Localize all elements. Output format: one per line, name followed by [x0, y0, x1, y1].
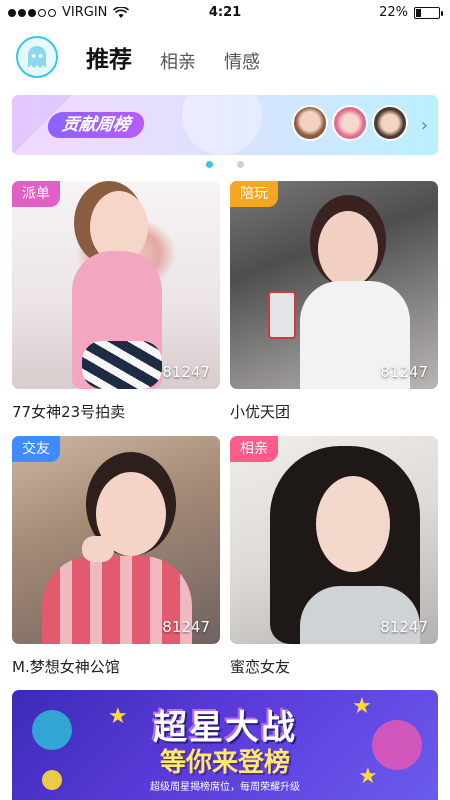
status-bar: VIRGIN 4:21 22%: [0, 0, 450, 26]
pager-dot-active[interactable]: [206, 161, 213, 168]
room-tag: 交友: [12, 436, 60, 462]
contributor-avatar: [372, 105, 408, 141]
contributor-avatar: [292, 105, 328, 141]
contributor-avatar: [332, 105, 368, 141]
room-name: 蜜恋女友: [230, 658, 291, 676]
battery-percent: 22%: [379, 5, 408, 20]
room-name: 77女神23号拍卖: [12, 403, 126, 421]
contribution-weekly-banner[interactable]: 贡献周榜 ›: [12, 95, 438, 155]
room-tag: 陪玩: [230, 181, 278, 207]
tab-recommend[interactable]: 推荐: [82, 40, 136, 78]
superstar-battle-banner[interactable]: ★ ★ ★ 超星大战 等你来登榜 超级周星揭榜席位，每周荣耀升级: [12, 690, 438, 800]
promo-note: 超级周星揭榜席位，每周荣耀升级: [150, 782, 300, 793]
chevron-right-icon: ›: [420, 115, 428, 136]
viewer-count: 81247: [162, 363, 210, 381]
banner-pager: [0, 161, 450, 168]
top-header: 推荐 相亲 情感: [0, 36, 450, 80]
ghost-icon: [28, 46, 46, 68]
room-photo[interactable]: 派单 81247: [12, 181, 220, 389]
room-card[interactable]: 相亲 81247 蜜恋女友: [230, 436, 438, 677]
tab-emotion[interactable]: 情感: [224, 48, 260, 78]
room-name: M.梦想女神公馆: [12, 658, 120, 676]
room-card[interactable]: 陪玩 81247 小优天团: [230, 181, 438, 422]
tab-dating[interactable]: 相亲: [160, 48, 196, 78]
decor-circle: [182, 95, 262, 155]
room-tag: 相亲: [230, 436, 278, 462]
viewer-count: 81247: [380, 363, 428, 381]
room-photo[interactable]: 相亲 81247: [230, 436, 438, 644]
room-photo[interactable]: 交友 81247: [12, 436, 220, 644]
category-tabs: 推荐 相亲 情感: [82, 40, 260, 78]
viewer-count: 81247: [380, 618, 428, 636]
room-tag: 派单: [12, 181, 60, 207]
battery-icon: [414, 6, 443, 19]
room-name: 小优天团: [230, 403, 291, 421]
promo-subtitle: 等你来登榜: [159, 748, 290, 778]
avatar[interactable]: [16, 36, 58, 78]
room-card[interactable]: 交友 81247 M.梦想女神公馆: [12, 436, 220, 677]
pager-dot[interactable]: [237, 161, 244, 168]
room-photo[interactable]: 陪玩 81247: [230, 181, 438, 389]
banner-title: 贡献周榜: [46, 112, 146, 138]
room-card[interactable]: 派单 81247 77女神23号拍卖: [12, 181, 220, 422]
viewer-count: 81247: [162, 618, 210, 636]
top-contributors: [292, 105, 408, 141]
